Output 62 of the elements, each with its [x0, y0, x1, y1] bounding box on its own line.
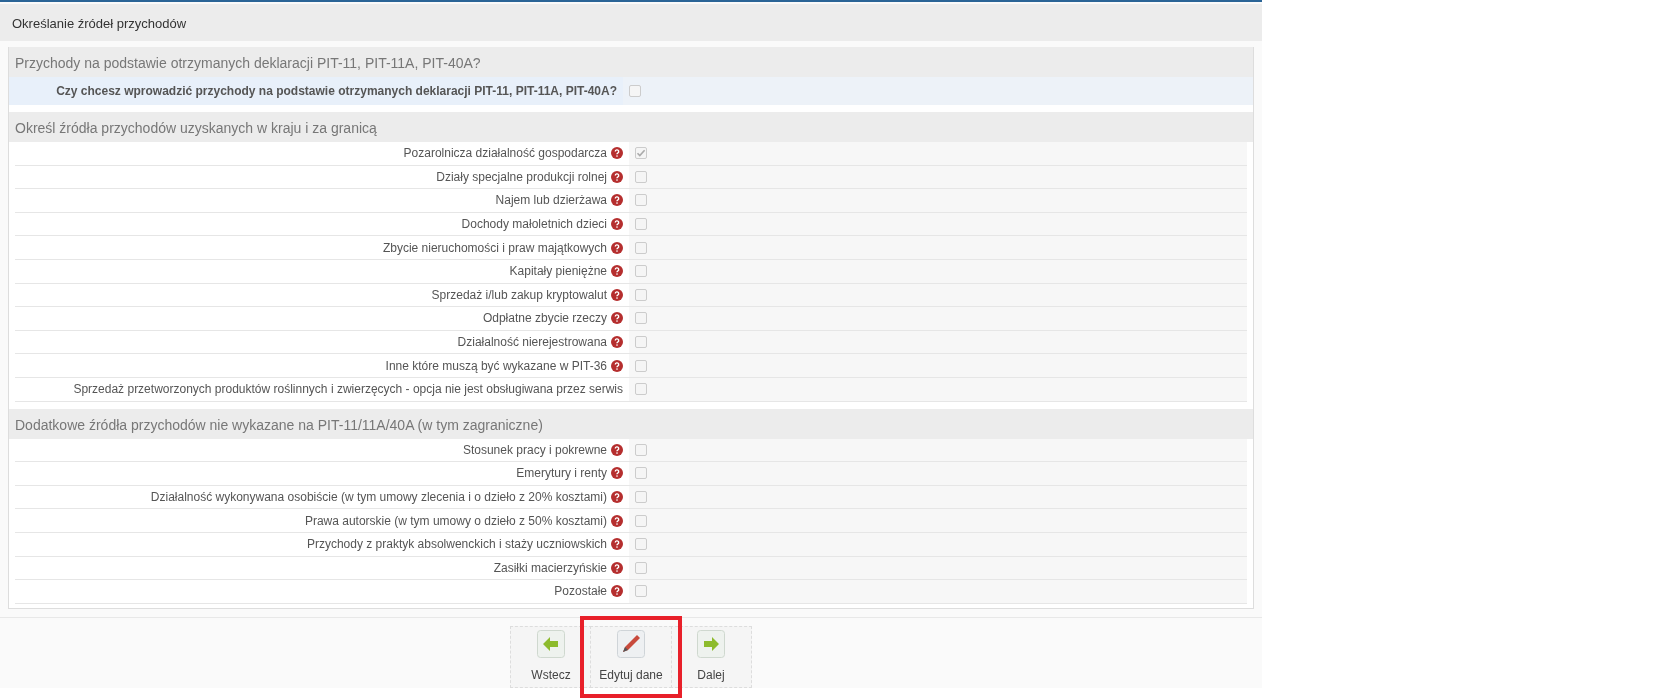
checkbox[interactable] — [635, 561, 647, 574]
help-icon[interactable] — [611, 561, 623, 574]
checkbox[interactable] — [635, 359, 647, 372]
field-label: Emerytury i renty — [516, 465, 607, 483]
help-icon[interactable] — [611, 265, 623, 278]
section-header: Określ źródła przychodów uzyskanych w kraju i za granicą — [9, 112, 1253, 142]
checkbox[interactable] — [635, 147, 647, 160]
panel-title: Określanie źródeł przychodów — [0, 4, 1262, 41]
help-icon[interactable] — [611, 443, 623, 456]
checkbox[interactable] — [629, 85, 641, 97]
checkbox[interactable] — [635, 336, 647, 349]
back-button[interactable]: Wstecz — [510, 625, 592, 688]
checkbox[interactable] — [635, 538, 647, 551]
help-icon[interactable] — [611, 514, 623, 527]
help-icon[interactable] — [611, 194, 623, 207]
checkbox[interactable] — [635, 170, 647, 183]
help-icon[interactable] — [611, 312, 623, 325]
pen-icon — [617, 629, 645, 658]
checkbox[interactable] — [635, 383, 647, 396]
checkbox[interactable] — [635, 585, 647, 598]
field-label: Stosunek pracy i pokrewne — [462, 441, 607, 459]
field-label: Prawa autorskie (w tym umowy o dzieło z 50% kosztami) — [304, 512, 607, 530]
help-icon[interactable] — [611, 538, 623, 551]
help-icon[interactable] — [611, 170, 623, 183]
help-icon[interactable] — [611, 585, 623, 598]
checkbox[interactable] — [635, 241, 647, 254]
field-label: Najem lub dzierżawa — [495, 192, 607, 210]
field-label: Działalność wykonywana osobiście (w tym umowy zlecenia i o dzieło z 20% kosztami) — [150, 489, 607, 506]
field-label: Sprzedaż i/lub zakup kryptowalut — [431, 286, 607, 304]
help-icon[interactable] — [611, 147, 623, 160]
field-label: Czy chcesz wprowadzić przychody na podstawie otrzymanych deklaracji PIT-11, PIT-11A, PIT-40A? — [56, 83, 617, 100]
help-icon[interactable] — [611, 467, 623, 480]
field-label: Dochody małoletnich dzieci — [461, 216, 607, 234]
section-header: Dodatkowe źródła przychodów nie wykazane na PIT-11/11A/40A (w tym zagraniczne) — [9, 408, 1253, 439]
checkbox[interactable] — [635, 514, 647, 527]
help-icon[interactable] — [611, 241, 623, 254]
checkbox[interactable] — [635, 218, 647, 231]
field-label: Pozostałe — [554, 583, 607, 601]
field-label: Odpłatne zbycie rzeczy — [482, 310, 607, 328]
checkbox[interactable] — [635, 265, 647, 278]
field-label: Sprzedaż przetworzonych produktów roślinnych i zwierzęcych - opcja nie jest obsługiwana przez serwis — [73, 381, 623, 399]
checkbox[interactable] — [635, 443, 647, 456]
field-label: Kapitały pieniężne — [509, 263, 607, 281]
field-label: Pozarolnicza działalność gospodarcza — [403, 145, 607, 163]
next-button[interactable]: Dalej — [670, 625, 752, 688]
checkbox[interactable] — [635, 467, 647, 480]
checkbox[interactable] — [635, 491, 647, 503]
help-icon[interactable] — [611, 288, 623, 301]
checkbox[interactable] — [635, 194, 647, 207]
help-icon[interactable] — [611, 218, 623, 231]
section-header: Przychody na podstawie otrzymanych deklaracji PIT-11, PIT-11A, PIT-40A? — [9, 47, 1253, 77]
field-label: Działy specjalne produkcji rolnej — [436, 168, 607, 186]
help-icon[interactable] — [611, 491, 623, 503]
field-label: Działalność nierejestrowana — [457, 334, 607, 352]
help-icon[interactable] — [611, 359, 623, 372]
field-label: Inne które muszą być wykazane w PIT-36 — [385, 357, 607, 375]
checkbox[interactable] — [635, 288, 647, 301]
field-label: Zasiłki macierzyńskie — [493, 559, 607, 577]
field-label: Zbycie nieruchomości i praw majątkowych — [382, 239, 607, 257]
checkbox[interactable] — [635, 312, 647, 325]
help-icon[interactable] — [611, 336, 623, 349]
field-label: Przychody z praktyk absolwenckich i staży uczniowskich — [306, 536, 607, 554]
